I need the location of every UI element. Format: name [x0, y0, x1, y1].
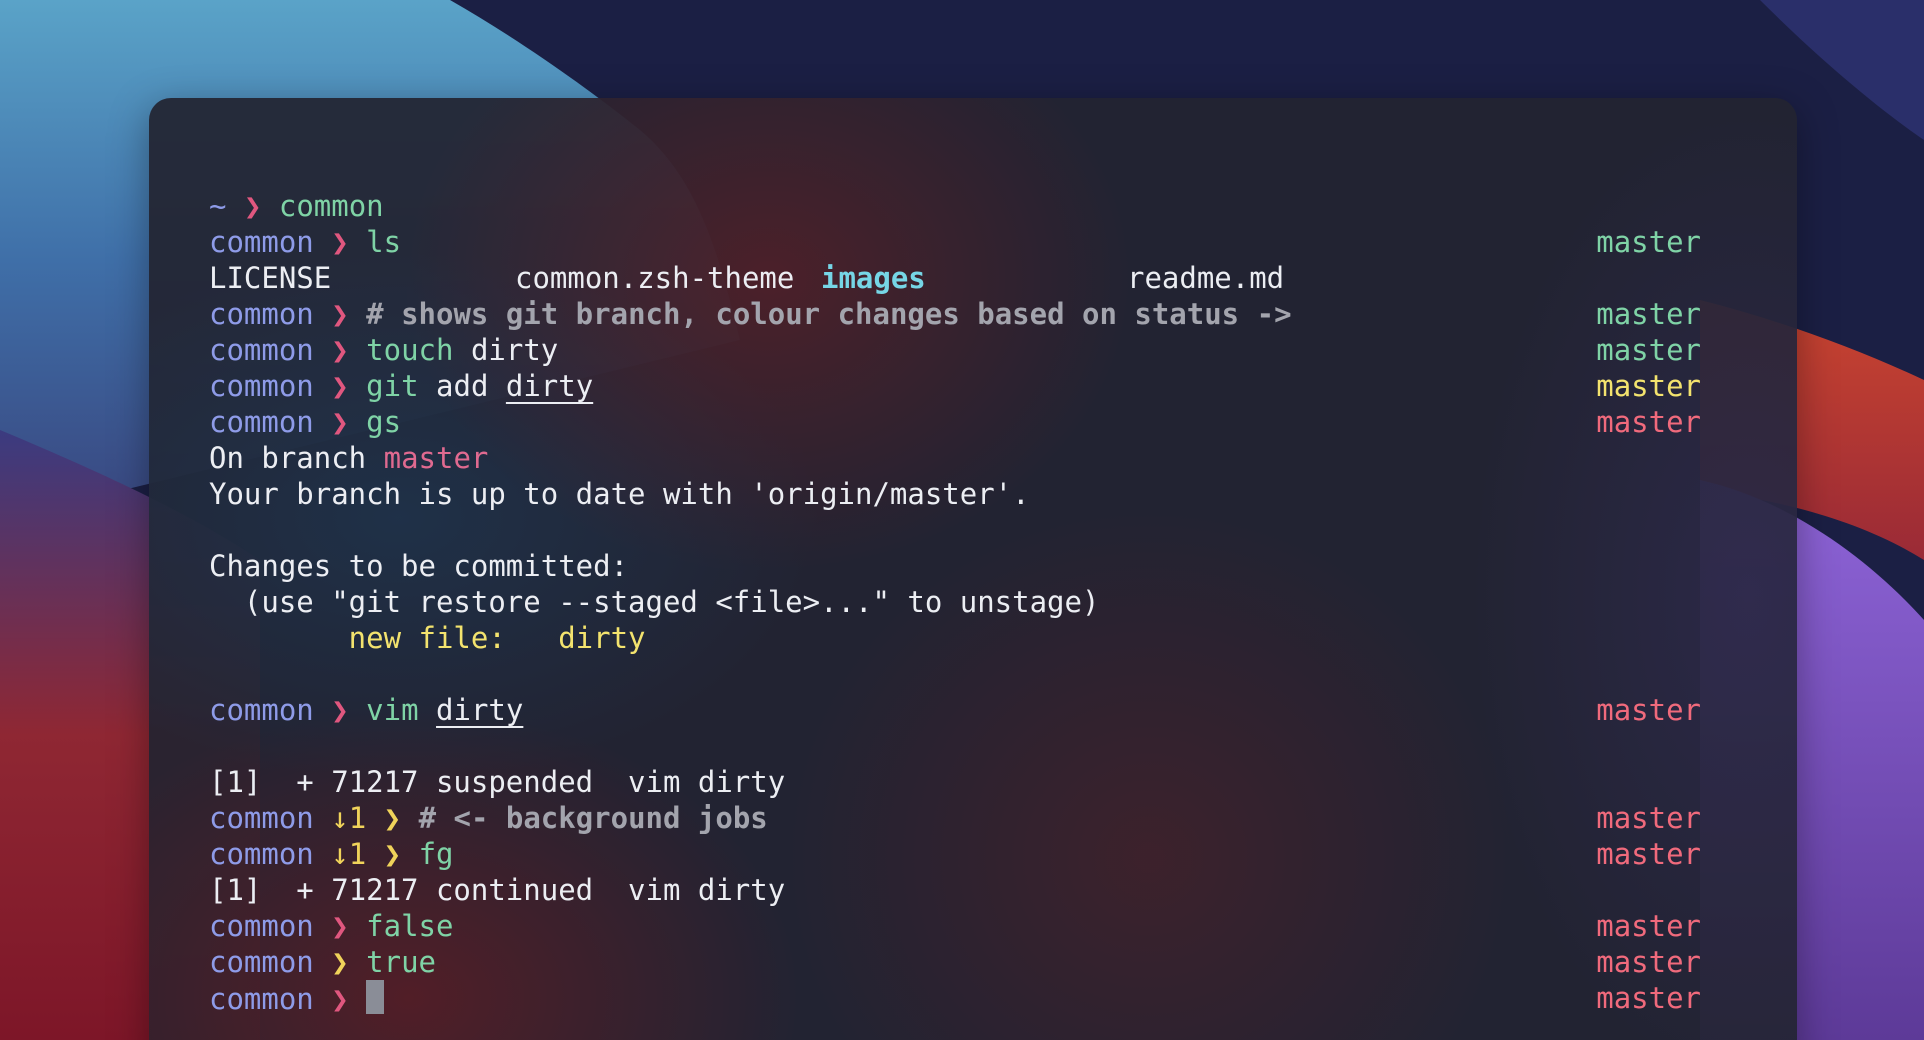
- prompt-dir: common: [209, 693, 314, 727]
- prompt-arrow: ❯: [383, 801, 402, 835]
- prompt-dir: common: [209, 405, 314, 439]
- git-branch-indicator: master: [1596, 297, 1701, 331]
- prompt-dir: ~: [209, 189, 227, 223]
- terminal-line: common ❯ false master: [209, 908, 1797, 944]
- command-text: vim: [366, 693, 419, 727]
- git-branch-indicator: master: [1596, 225, 1701, 259]
- prompt-dir: common: [209, 945, 314, 979]
- terminal-line: common ❯ touch dirty master: [209, 332, 1797, 368]
- prompt-arrow: ❯: [331, 369, 349, 403]
- command-text: gs: [366, 405, 402, 439]
- git-branch-indicator: master: [1596, 909, 1701, 943]
- git-branch-indicator: master: [1596, 801, 1701, 835]
- terminal-line: common ❯ vim dirty master: [209, 692, 1797, 728]
- terminal-window[interactable]: ~ ❯ common common ❯ ls master LICENSE comm…: [149, 98, 1797, 1040]
- directory-images: images: [821, 261, 926, 295]
- prompt-arrow: ❯: [331, 909, 349, 943]
- branch-name: master: [383, 441, 489, 475]
- command-text: touch: [366, 333, 454, 367]
- output-line: On branch master: [209, 440, 1797, 476]
- file-theme: common.zsh-theme: [515, 261, 795, 295]
- terminal-line: common ❯ # shows git branch, colour chan…: [209, 296, 1797, 332]
- prompt-arrow: ❯: [331, 225, 349, 259]
- jobs-indicator: ↓1: [331, 837, 367, 871]
- prompt-arrow: ❯: [331, 333, 349, 367]
- terminal-line: common ❯ ls master: [209, 224, 1797, 260]
- ls-output: LICENSE common.zsh-theme images readme.md: [209, 260, 1797, 296]
- file-license: LICENSE: [209, 261, 332, 295]
- output-line: new file: dirty: [209, 620, 1797, 656]
- command-text: true: [366, 945, 437, 979]
- prompt-dir: common: [209, 297, 314, 331]
- prompt-arrow: ❯: [331, 297, 349, 331]
- jobs-indicator: ↓1: [331, 801, 367, 835]
- output-line: [1] + 71217 continued vim dirty: [209, 873, 786, 907]
- git-branch-indicator: master: [1596, 945, 1701, 979]
- command-arg-path: dirty: [436, 693, 524, 727]
- prompt-arrow: ❯: [331, 982, 349, 1016]
- output-line: [1] + 71217 suspended vim dirty: [209, 765, 786, 799]
- prompt-arrow: ❯: [331, 945, 349, 979]
- command-arg-path: dirty: [505, 369, 594, 403]
- output-line: (use "git restore --staged <file>..." to…: [209, 585, 1100, 619]
- git-branch-indicator: master: [1596, 693, 1701, 727]
- output-line: Your branch is up to date with 'origin/m…: [209, 477, 1030, 511]
- prompt-arrow: ❯: [383, 837, 402, 871]
- git-branch-indicator: master: [1596, 369, 1701, 403]
- terminal-line: common ❯ true master: [209, 944, 1797, 980]
- terminal-line: common ❯ git add dirty master: [209, 368, 1797, 404]
- prompt-dir: common: [209, 369, 314, 403]
- text-cursor[interactable]: [366, 980, 385, 1014]
- prompt-dir: common: [209, 837, 314, 871]
- command-text: ls: [366, 225, 402, 259]
- terminal-line: common ↓1 ❯ fg master: [209, 836, 1797, 872]
- command-text: common: [278, 189, 384, 223]
- prompt-dir: common: [209, 225, 314, 259]
- terminal-line: ~ ❯ common: [209, 188, 1797, 224]
- prompt-dir: common: [209, 801, 314, 835]
- git-branch-indicator: master: [1596, 405, 1701, 439]
- output-text: On branch: [209, 441, 384, 475]
- prompt-dir: common: [209, 909, 314, 943]
- comment-text: # <- background jobs: [418, 801, 768, 835]
- current-prompt-line[interactable]: common ❯ master: [209, 980, 1797, 1016]
- staged-file: dirty: [558, 621, 646, 655]
- comment-text: # shows git branch, colour changes based…: [366, 297, 1292, 331]
- command-text: fg: [418, 837, 454, 871]
- prompt-dir: common: [209, 333, 314, 367]
- file-readme: readme.md: [1127, 261, 1285, 295]
- terminal-line: common ↓1 ❯ # <- background jobs master: [209, 800, 1797, 836]
- prompt-arrow: ❯: [331, 405, 349, 439]
- command-text: false: [366, 909, 454, 943]
- prompt-arrow: ❯: [331, 693, 349, 727]
- staged-label: new file:: [209, 621, 559, 655]
- command-arg: add: [436, 369, 489, 403]
- terminal-output: ~ ❯ common common ❯ ls master LICENSE comm…: [209, 188, 1797, 1016]
- command-arg: dirty: [470, 333, 559, 367]
- git-branch-indicator: master: [1596, 981, 1701, 1015]
- prompt-arrow: ❯: [243, 189, 262, 223]
- git-branch-indicator: master: [1596, 333, 1701, 367]
- prompt-dir: common: [209, 982, 314, 1016]
- git-branch-indicator: master: [1596, 837, 1701, 871]
- terminal-line: common ❯ gs master: [209, 404, 1797, 440]
- output-line: Changes to be committed:: [209, 549, 629, 583]
- command-text: git: [366, 369, 419, 403]
